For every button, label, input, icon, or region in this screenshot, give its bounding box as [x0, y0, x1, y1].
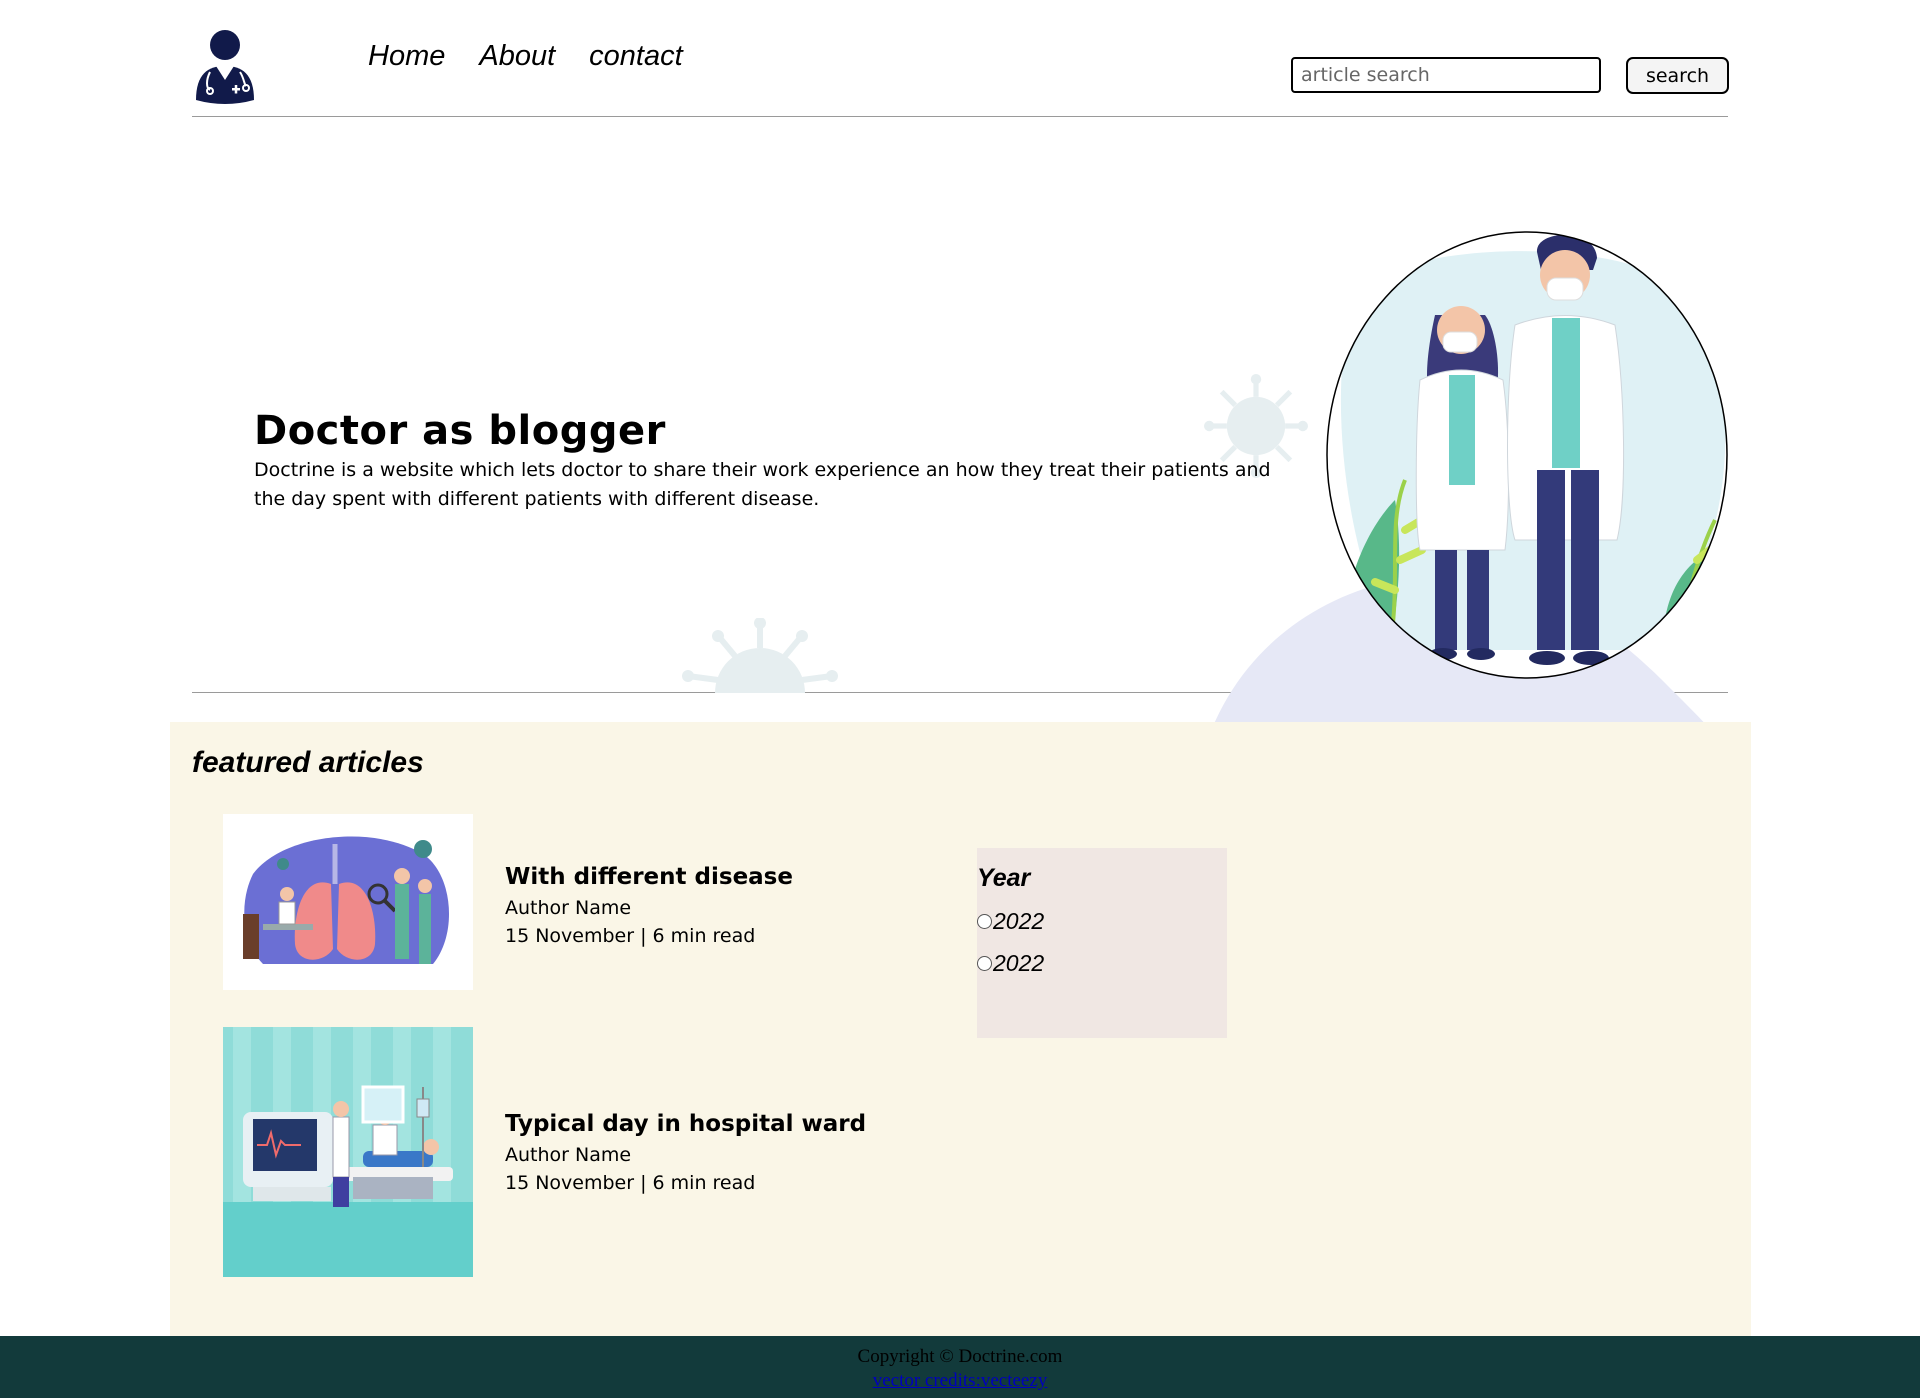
radio-button[interactable] — [977, 914, 992, 929]
article-search-input[interactable] — [1291, 57, 1601, 93]
hero-description: Doctrine is a website which lets doctor … — [254, 459, 1271, 510]
year-filter: Year 2022 2022 — [977, 848, 1227, 1038]
doctor-logo-icon[interactable] — [192, 28, 258, 104]
year-option-2022[interactable]: 2022 — [977, 908, 1044, 935]
year-filter-title: Year — [977, 864, 1031, 892]
year-option-label: 2022 — [993, 908, 1045, 934]
year-option-label: 2022 — [993, 950, 1045, 976]
doctors-illustration — [1326, 231, 1728, 679]
year-option-2022[interactable]: 2022 — [977, 950, 1044, 977]
radio-button[interactable] — [977, 956, 992, 971]
nav-about-link[interactable]: About — [479, 40, 555, 73]
virus-decoration-icon — [682, 618, 838, 693]
search-button[interactable]: search — [1626, 57, 1729, 94]
article-title[interactable]: With different disease — [505, 864, 793, 890]
vector-credits-link[interactable]: vector credits:vecteezy — [0, 1370, 1920, 1392]
lungs-research-illustration — [223, 814, 473, 990]
featured-articles-section: featured articles With different disease… — [170, 722, 1751, 1336]
nav-home-link[interactable]: Home — [368, 40, 445, 73]
article-meta: 15 November | 6 min read — [505, 925, 756, 947]
copyright-text: Copyright © Doctrine.com — [857, 1346, 1063, 1367]
hospital-ward-illustration — [223, 1027, 473, 1277]
hero-title: Doctor as blogger — [254, 408, 666, 454]
site-header: Home About contact search — [192, 0, 1729, 117]
main-nav: Home About contact — [368, 40, 683, 73]
article-card[interactable]: Typical day in hospital ward Author Name… — [223, 1027, 1123, 1277]
nav-contact-link[interactable]: contact — [589, 40, 683, 73]
site-footer: Copyright © Doctrine.com vector credits:… — [0, 1336, 1920, 1398]
article-meta: 15 November | 6 min read — [505, 1172, 756, 1194]
article-info: Typical day in hospital ward Author Name… — [505, 1111, 866, 1197]
hero-section: Doctor as blogger Doctrine is a website … — [192, 118, 1751, 789]
article-author: Author Name — [505, 1144, 632, 1166]
featured-articles-title: featured articles — [192, 746, 424, 779]
article-author: Author Name — [505, 897, 632, 919]
article-info: With different disease Author Name 15 No… — [505, 864, 793, 950]
article-title[interactable]: Typical day in hospital ward — [505, 1111, 866, 1137]
